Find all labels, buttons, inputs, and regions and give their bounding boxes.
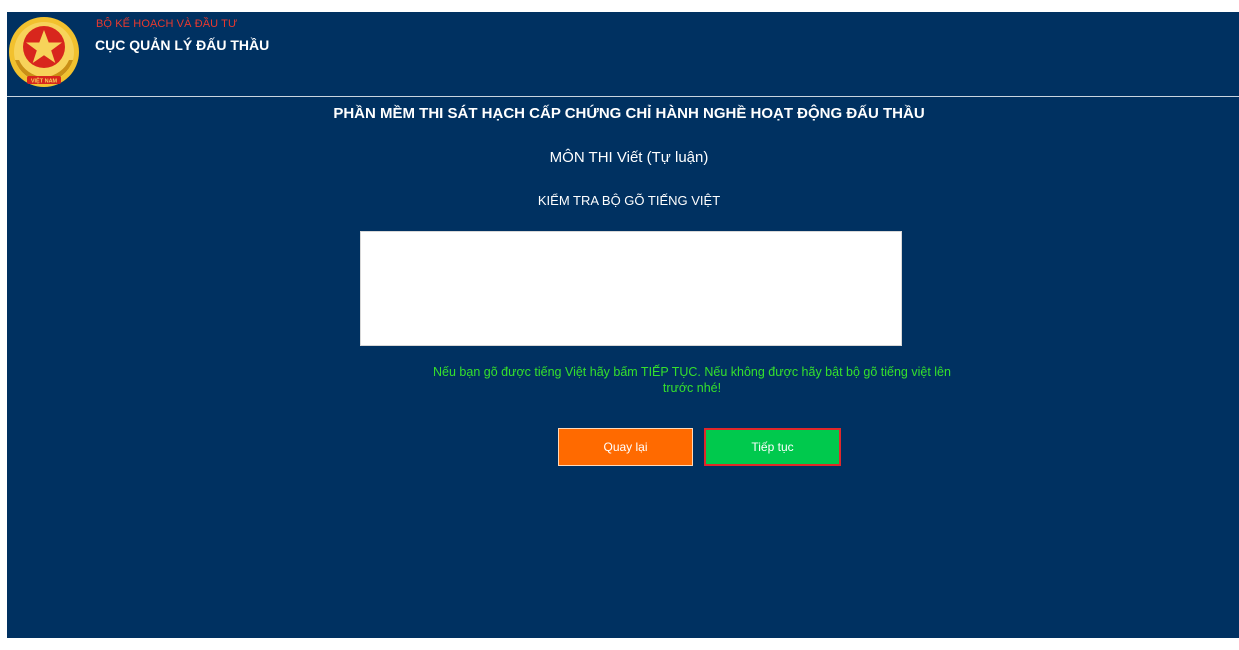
keyboard-check-title: KIỂM TRA BỘ GÕ TIẾNG VIỆT (537, 193, 721, 208)
vietnamese-typing-input[interactable] (360, 231, 902, 346)
header-divider (7, 96, 1239, 97)
exam-app: VIỆT NAM BỘ KẾ HOẠCH VÀ ĐẦU TƯ CỤC QUẢN … (7, 12, 1239, 638)
vietnam-national-emblem-icon: VIỆT NAM (9, 17, 79, 87)
org-parent-label: BỘ KẾ HOẠCH VÀ ĐẦU TƯ (96, 18, 238, 30)
exam-subject: MÔN THI Viết (Tự luận) (549, 149, 709, 166)
org-name-label: CỤC QUẢN LÝ ĐẤU THẦU (95, 37, 270, 53)
back-button[interactable]: Quay lại (558, 428, 693, 466)
header: VIỆT NAM BỘ KẾ HOẠCH VÀ ĐẦU TƯ CỤC QUẢN … (7, 12, 1239, 96)
continue-button[interactable]: Tiếp tục (704, 428, 841, 466)
instruction-text: Nếu bạn gõ được tiếng Việt hãy bấm TIẾP … (433, 365, 951, 395)
page-title: PHẦN MỀM THI SÁT HẠCH CẤP CHỨNG CHỈ HÀNH… (333, 105, 925, 122)
emblem-label: VIỆT NAM (31, 77, 58, 85)
